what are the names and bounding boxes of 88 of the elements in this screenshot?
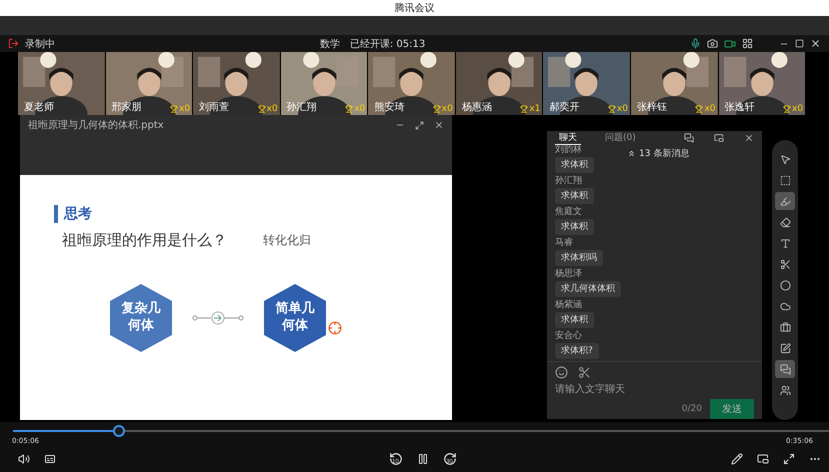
text-icon <box>780 238 790 248</box>
slide-heading: 思考 <box>64 205 92 223</box>
pencil-icon <box>731 453 743 465</box>
chat-message: 求体积? <box>555 343 599 359</box>
chat-tab[interactable]: 聊天 <box>555 131 581 145</box>
trophy-count: x0 <box>170 104 190 114</box>
elapsed-time: 已经开课: 05:13 <box>350 38 426 50</box>
chat-message: 求体积 <box>555 219 594 235</box>
volume-button[interactable] <box>18 453 30 465</box>
participant-name: 张逸轩 <box>724 100 754 114</box>
participant-name: 孙汇翔 <box>286 100 317 114</box>
participant-name: 张梓钰 <box>636 100 667 114</box>
captions-icon <box>44 453 56 465</box>
trophy-count: x0 <box>432 104 453 114</box>
trophy-count: x1 <box>520 104 540 114</box>
close-icon[interactable] <box>744 133 754 143</box>
highlighter-icon <box>780 196 790 206</box>
fullscreen-button[interactable] <box>783 453 795 465</box>
video-icon[interactable] <box>724 38 736 50</box>
highlighter-tool[interactable] <box>775 192 795 210</box>
recording-status: 录制中 <box>25 38 55 50</box>
app-title: 腾讯会议 <box>394 2 434 15</box>
sender-name: 杨思泽 <box>555 269 582 280</box>
sender-name: 杨紫涵 <box>555 300 582 311</box>
chat-message: 求体积吗 <box>555 250 603 266</box>
circle-icon <box>780 280 790 290</box>
character-counter: 0/20 <box>682 404 702 414</box>
slider-thumb[interactable] <box>113 425 126 437</box>
trophy-count: x0 <box>258 104 278 114</box>
handwritten-note: 转化化归 <box>263 232 311 249</box>
chat-tool[interactable] <box>775 360 795 378</box>
exit-icon[interactable] <box>8 38 19 49</box>
chat-message: 求体积 <box>555 188 594 204</box>
participant-name: 夏老师 <box>24 100 54 114</box>
chat-icon <box>780 364 790 374</box>
trophy-count: x0 <box>608 104 628 114</box>
picture-in-picture-icon <box>757 453 769 465</box>
participant-name: 郝奕开 <box>549 100 580 114</box>
trophy-count: x0 <box>345 104 366 114</box>
fullscreen-icon <box>783 453 795 465</box>
microphone-icon[interactable] <box>690 38 701 49</box>
popout-icon[interactable] <box>714 133 724 143</box>
edit-icon <box>780 342 790 354</box>
trophy-count: x0 <box>695 104 716 114</box>
sender-name: 马睿 <box>555 238 573 249</box>
close-icon[interactable] <box>810 38 821 49</box>
subject-label: 数学 <box>320 38 340 50</box>
emoji-icon[interactable] <box>555 366 568 379</box>
trophy-count: x0 <box>783 104 804 114</box>
slide-question: 祖暅原理的作用是什么？ <box>62 231 227 250</box>
participant-name: 杨惠涵 <box>462 100 492 114</box>
select-icon <box>780 174 790 186</box>
chat-message: 求几何体体积 <box>555 281 621 297</box>
sender-name: 刘韵林 <box>555 145 582 156</box>
eraser-icon <box>780 216 790 228</box>
grid-icon[interactable] <box>742 38 753 49</box>
window-title: 祖暅原理与几何体的体积.pptx <box>28 118 164 132</box>
arrow-connector <box>192 311 244 325</box>
captions-button[interactable] <box>44 453 56 465</box>
users-icon <box>780 384 790 396</box>
chevrons-up-icon[interactable] <box>627 149 636 158</box>
sender-name: 孙汇翔 <box>555 176 582 187</box>
chat-icon[interactable] <box>684 133 694 143</box>
volume-icon <box>18 453 30 465</box>
scissors-icon <box>780 258 790 270</box>
sender-name: 焦庭文 <box>555 207 582 218</box>
chat-tab[interactable]: 问题(0) <box>601 131 640 145</box>
picture-in-picture-button[interactable] <box>757 453 769 465</box>
maximize-icon[interactable] <box>795 39 804 48</box>
close-icon[interactable] <box>434 120 444 130</box>
expand-icon[interactable] <box>415 120 424 130</box>
chat-input-field[interactable]: 请输入文字聊天 <box>555 383 705 395</box>
pointer-icon <box>780 154 790 164</box>
chat-message: 求体积 <box>555 157 594 173</box>
chat-message: 求体积 <box>555 312 594 328</box>
participant-name: 邢家朋 <box>112 100 142 114</box>
pencil-button[interactable] <box>731 453 743 465</box>
new-messages-notice[interactable]: 13 条新消息 <box>639 147 690 160</box>
scissors-icon[interactable] <box>578 366 591 379</box>
pause-icon <box>417 453 429 465</box>
camera-icon[interactable] <box>707 38 718 49</box>
pause-button[interactable] <box>417 453 429 465</box>
participant-name: 刘雨萱 <box>199 100 230 114</box>
cloud-icon <box>780 300 790 312</box>
sender-name: 安合心 <box>555 331 582 342</box>
participant-name: 熊安琦 <box>374 100 404 114</box>
toolbox-icon <box>780 322 790 332</box>
pointer-icon <box>328 321 342 335</box>
